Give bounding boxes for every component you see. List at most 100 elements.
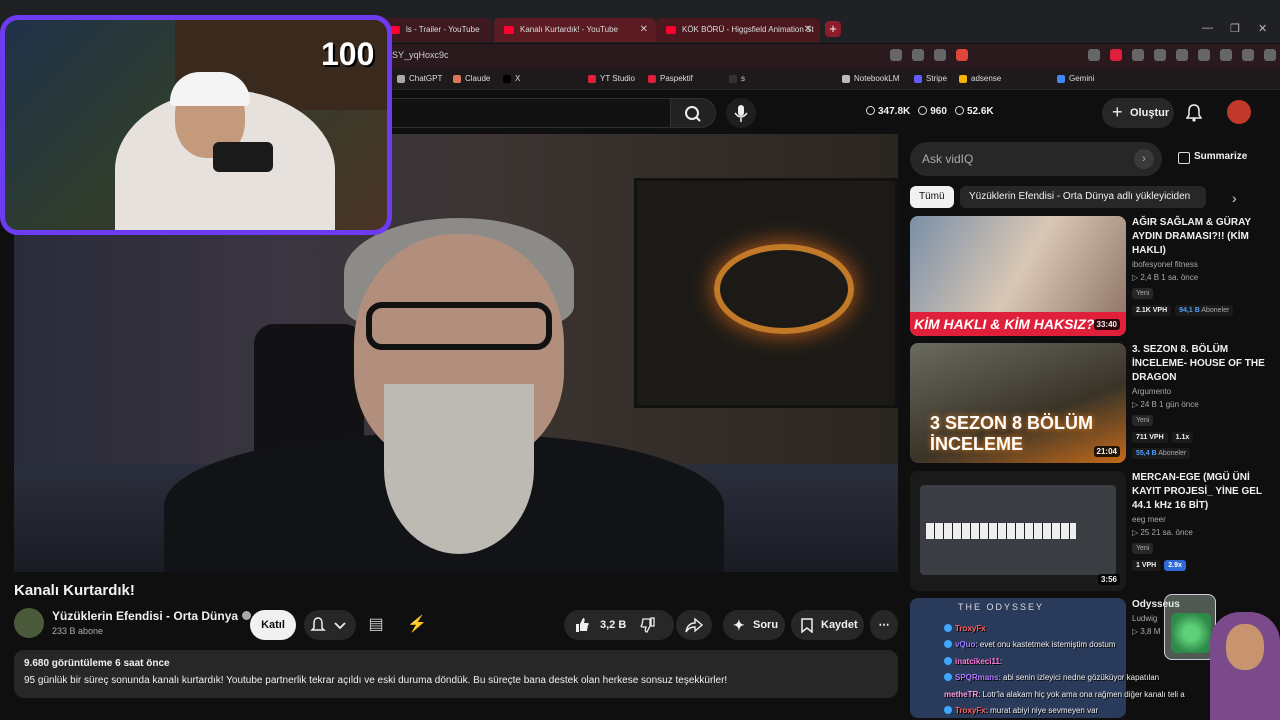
youtube-favicon-icon [504,26,514,34]
rec-title[interactable]: AĞIR SAĞLAM & GÜRAY AYDIN DRAMASI?!! (Kİ… [1132,216,1272,258]
badge-icon [944,624,952,632]
brave-icon[interactable] [956,49,968,61]
more-icon: ⋯ [878,619,890,631]
description-box[interactable]: 9.680 görüntüleme 6 saat önce 95 günlük … [14,650,898,698]
bookmark-yt-studio[interactable]: YT Studio [588,74,635,83]
bookmark-s[interactable]: s [729,74,745,83]
recommendation-item[interactable]: 3 SEZON 8 BÖLÜM İNCELEME 21:04 3. SEZON … [910,343,1280,465]
zoom-icon[interactable] [912,49,924,61]
minimize-icon[interactable]: — [1202,22,1213,34]
toolbar-icons [890,49,1280,61]
summarize-button[interactable]: Summarize [1178,151,1247,164]
chip-uploader[interactable]: Yüzüklerin Efendisi - Orta Dünya adlı yü… [960,186,1206,208]
channel-name[interactable]: Yüzüklerin Efendisi - Orta Dünya [52,609,252,623]
share-icon [685,617,703,633]
bookmark-paspektif[interactable]: Paspektif [648,74,693,83]
bookmark-claude[interactable]: Claude [453,74,490,83]
duration-badge: 33:40 [1093,319,1120,330]
video-thumbnail[interactable]: 3 SEZON 8 BÖLÜM İNCELEME 21:04 [910,343,1126,463]
bell-chevron-icon [310,617,346,631]
screen: ls - Trailer - YouTube Kanalı Kurtardık!… [0,0,1280,720]
join-button[interactable]: Katıl [250,610,296,640]
chat-line: TroxyFx [944,624,986,633]
save-button[interactable]: Kaydet [791,610,864,640]
webcam-overlay: 100 [0,15,392,235]
tab-trailer[interactable]: ls - Trailer - YouTube [380,18,492,42]
close-icon[interactable]: ✕ [640,18,648,42]
wallet-icon[interactable] [1220,49,1232,61]
more-options-button[interactable]: ⋯ [870,610,898,640]
tab-label: ls - Trailer - YouTube [406,25,480,34]
bookmark-notebooklm[interactable]: NotebookLM [842,74,899,83]
verified-icon [242,611,252,620]
maximize-icon[interactable]: ❐ [1230,22,1240,35]
search-input[interactable] [390,98,670,128]
download-icon[interactable] [1264,49,1276,61]
share-button[interactable] [676,610,712,640]
duration-badge: 21:04 [1093,446,1120,457]
subscriber-count: 233 B abone [52,626,104,636]
notifications-bell-icon[interactable] [1186,104,1202,122]
voice-search-button[interactable] [726,98,756,128]
extension-icon[interactable] [1132,49,1144,61]
new-tab-button[interactable]: + [825,21,841,37]
user-avatar[interactable] [1227,100,1251,124]
bookmark-x[interactable]: X [503,74,520,83]
chip-all[interactable]: Tümü [910,186,954,208]
video-frame-beard [384,384,534,554]
clock-icon [866,106,875,115]
rec-title[interactable]: 3. SEZON 8. BÖLÜM İNCELEME- HOUSE OF THE… [1132,343,1272,385]
extension-icon[interactable] [1154,49,1166,61]
description-text: 95 günlük bir süreç sonunda kanalı kurta… [24,675,728,686]
create-button[interactable]: Oluştur [1102,97,1174,128]
puzzle-icon[interactable] [1176,49,1188,61]
url-text[interactable]: SY_yqHoxc9c [392,50,449,60]
rec-channel[interactable]: ibofesyonel fitness [1132,260,1272,269]
youtube-extension-icon[interactable] [1110,49,1122,61]
bookmark-adsense[interactable]: adsense [959,74,1001,83]
recommendation-item[interactable]: KİM HAKLI & KİM HAKSIZ? 33:40 AĞIR SAĞLA… [910,216,1280,338]
leo-icon[interactable] [1242,49,1254,61]
tab-kok-boru[interactable]: KÖK BÖRÜ - Higgsfield Animation St ✕ [656,18,820,42]
chevron-right-icon[interactable]: › [1232,190,1237,206]
extension-icon[interactable] [1088,49,1100,61]
star-icon[interactable] [934,49,946,61]
video-thumbnail[interactable]: 3:56 [910,471,1126,591]
tab-active-video[interactable]: Kanalı Kurtardık! - YouTube ✕ [494,18,656,42]
video-frame-glasses [366,302,552,350]
send-icon[interactable]: › [1134,149,1154,169]
thumbs-up-icon [576,618,589,632]
vidiq-row: 1 VPH 2.9x [1132,560,1272,571]
bookmark-stripe[interactable]: Stripe [914,74,947,83]
vidiq-row: 2.1K VPH 94,1 B Aboneler [1132,305,1272,316]
vidiq-ask-input[interactable]: Ask vidIQ › [910,142,1162,176]
like-count: 3,2 B [600,619,627,631]
ask-button[interactable]: ✦ Soru [723,610,785,640]
rec-channel[interactable]: Argumento [1132,387,1272,396]
chat-line: SPQRmans: abi senin izleyici nedne gözük… [944,673,1159,682]
close-window-icon[interactable]: ✕ [1258,22,1267,35]
tab-label: KÖK BÖRÜ - Higgsfield Animation St [682,25,814,34]
chat-line: vQuo: evet onu kastetmek istemiştim dost… [944,640,1116,649]
channel-avatar[interactable] [14,608,44,638]
search-button[interactable] [670,98,716,128]
video-title: Kanalı Kurtardık! [14,582,135,599]
close-icon[interactable]: ✕ [804,18,812,42]
rec-channel[interactable]: eeg meer [1132,515,1272,524]
bookmark-chatgpt[interactable]: ChatGPT [397,74,442,83]
ask-placeholder: Ask vidIQ [922,152,974,166]
lightning-icon[interactable]: ⚡ [405,613,429,637]
subscription-bell-button[interactable] [304,610,356,640]
rec-title[interactable]: MERCAN-EGE (MGÜ ÜNİ KAYIT PROJESİ_ YİNE … [1132,471,1272,513]
sidebar-icon[interactable] [1198,49,1210,61]
bookmark-gemini[interactable]: Gemini [1057,74,1094,83]
rec-meta: ▷ 25 21 sa. önce [1132,528,1193,537]
video-thumbnail[interactable]: KİM HAKLI & KİM HAKSIZ? 33:40 [910,216,1126,336]
thumbs-down-icon[interactable] [640,617,656,633]
watch-stat: 52.6K [954,106,994,117]
transcript-icon[interactable]: ▤ [364,613,388,637]
share-icon[interactable] [890,49,902,61]
new-badge: Yeni [1132,543,1154,554]
like-button[interactable]: 3,2 B [564,610,674,640]
recommendation-item[interactable]: 3:56 MERCAN-EGE (MGÜ ÜNİ KAYIT PROJESİ_ … [910,471,1280,593]
